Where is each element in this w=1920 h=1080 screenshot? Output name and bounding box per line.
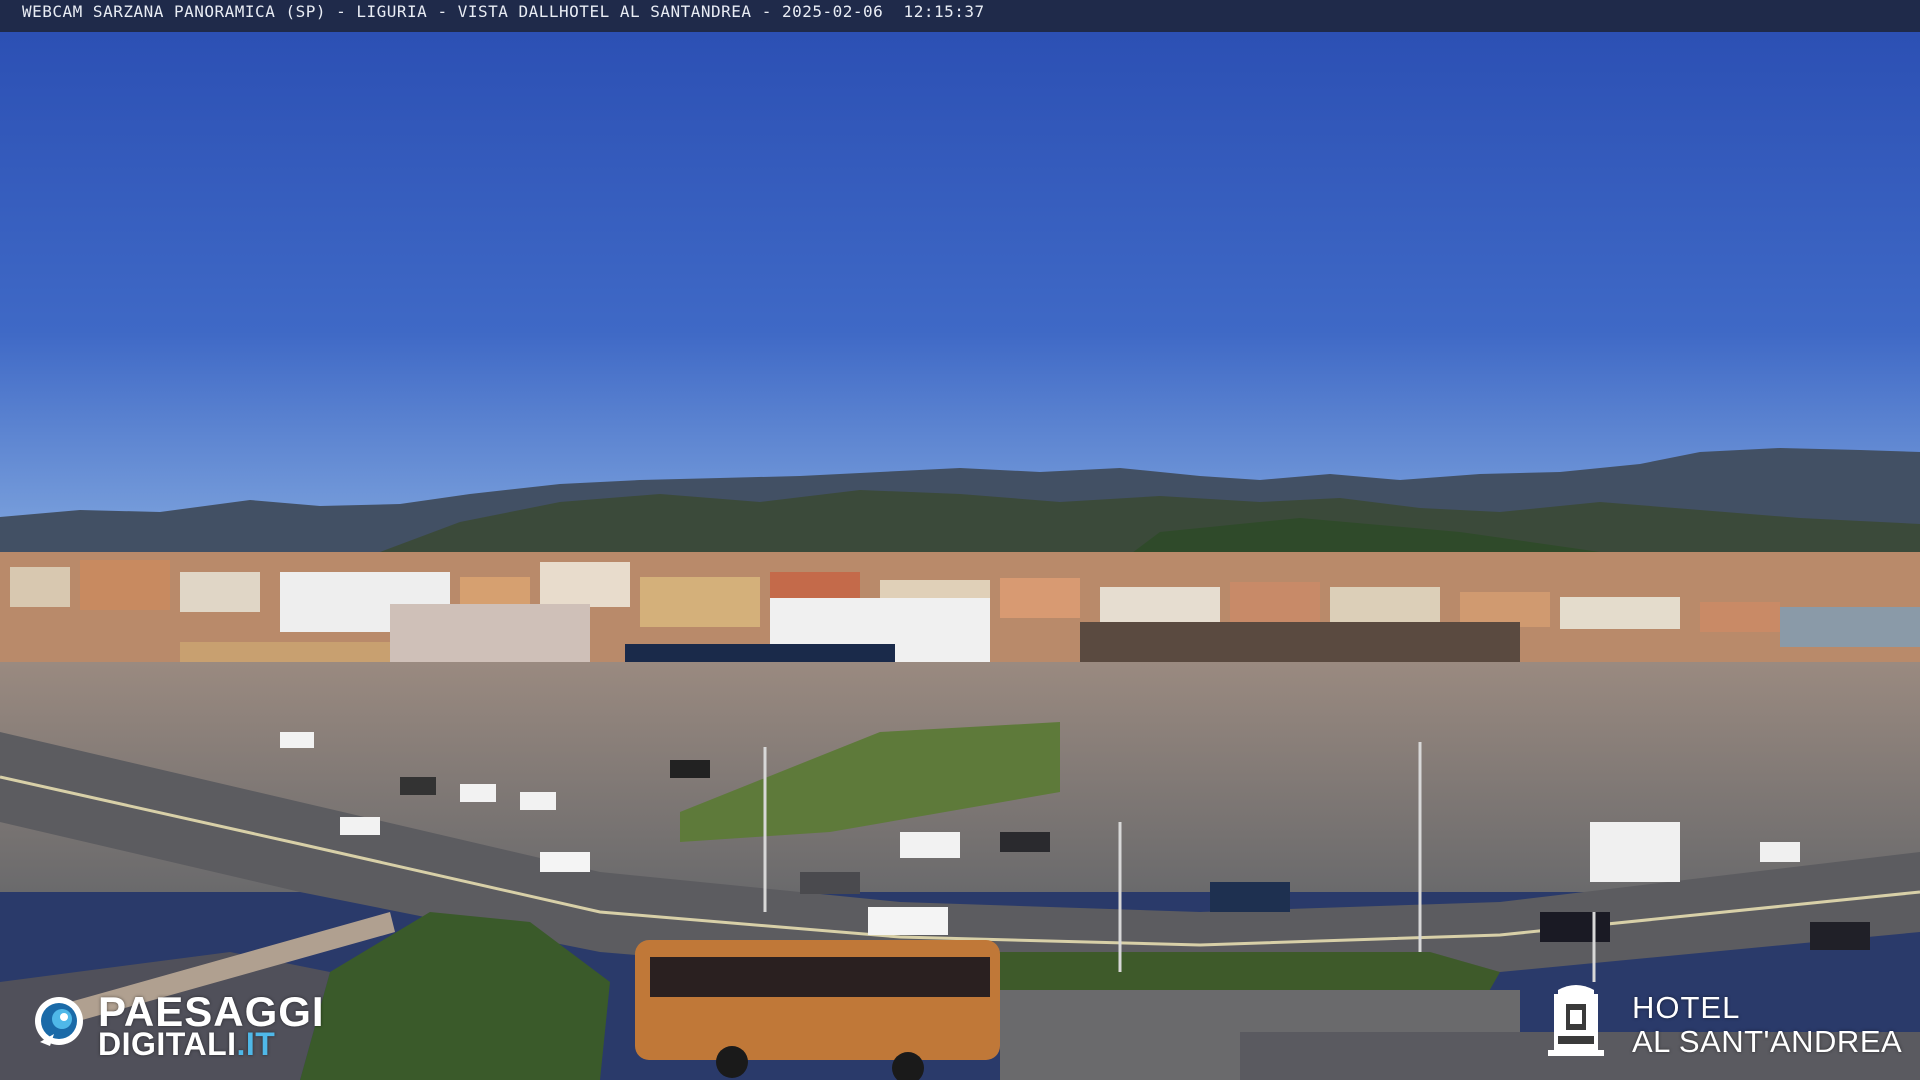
coach-bus (635, 940, 1000, 1080)
hotel-crest-icon (1548, 985, 1604, 1056)
logo-word-digitali: DIGITALI.IT (98, 1026, 275, 1063)
webcam-caption: WEBCAM SARZANA PANORAMICA (SP) - LIGURIA… (22, 2, 985, 21)
hotel-logo: HOTEL AL SANT'ANDREA (1540, 978, 1910, 1068)
webcam-caption-bar: WEBCAM SARZANA PANORAMICA (SP) - LIGURIA… (0, 0, 1920, 32)
logo-digitali: DIGITALI (98, 1026, 237, 1062)
logo-tld: .IT (236, 1026, 276, 1062)
hotel-name-line2: AL SANT'ANDREA (1632, 1024, 1903, 1059)
webcam-image (0, 32, 1920, 1080)
eye-logo-icon (35, 997, 83, 1046)
sky (0, 32, 1920, 532)
paesaggi-digitali-logo: PAESAGGI DIGITALI.IT (30, 988, 350, 1063)
hotel-name-line1: HOTEL (1632, 990, 1741, 1025)
